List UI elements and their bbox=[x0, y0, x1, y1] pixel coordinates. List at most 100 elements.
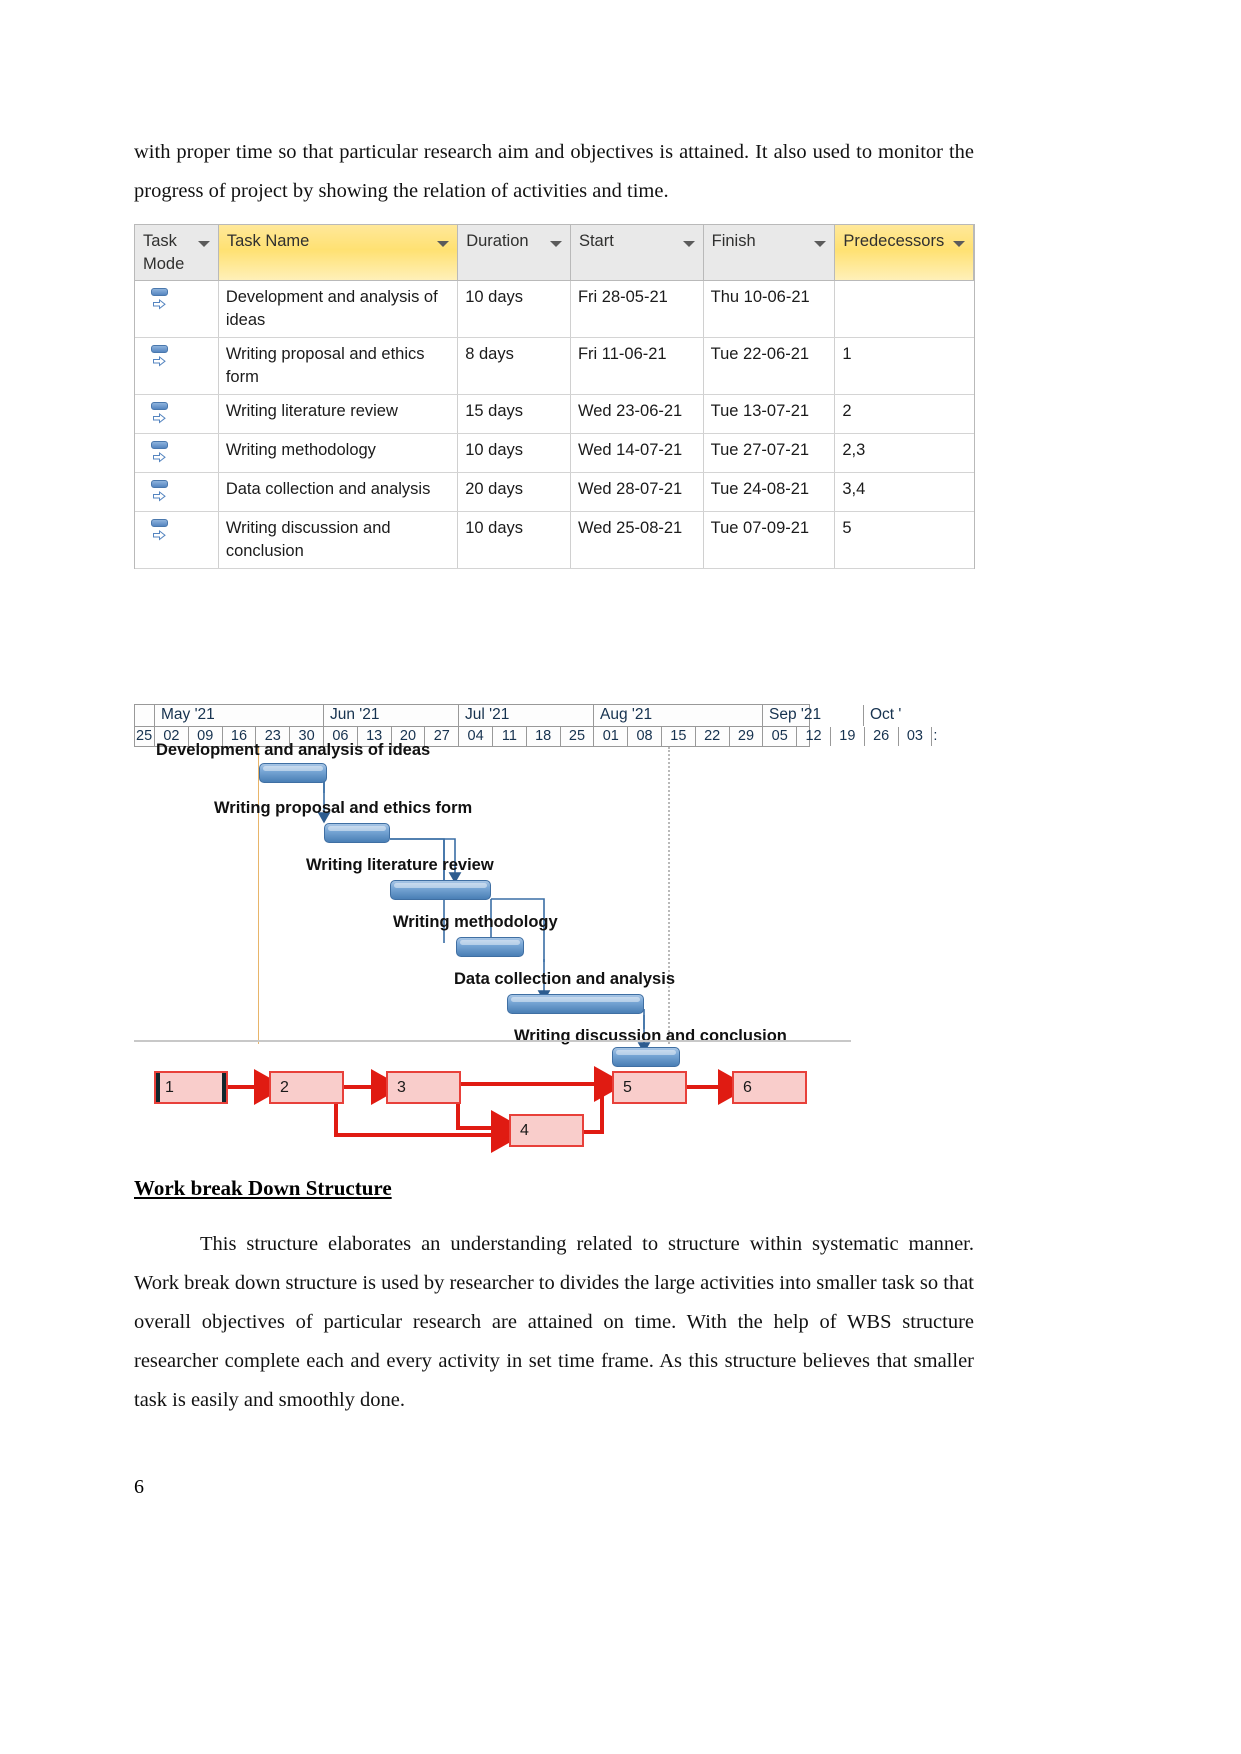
start-label: Start bbox=[578, 232, 614, 250]
chevron-down-icon[interactable] bbox=[682, 241, 695, 247]
gantt-week-tick: 22 bbox=[696, 727, 730, 746]
cell-finish[interactable]: Tue 13-07-21 bbox=[704, 395, 836, 433]
gantt-week-tick: 27 bbox=[425, 727, 460, 746]
cell-task-mode[interactable] bbox=[135, 281, 219, 337]
gantt-week-tick: 19 bbox=[831, 727, 865, 746]
intro-paragraph: with proper time so that particular rese… bbox=[134, 141, 974, 202]
cell-task-mode[interactable] bbox=[135, 338, 219, 394]
task-mode-label-line1: Task bbox=[143, 232, 177, 250]
cell-task-name[interactable]: Writing discussion and conclusion bbox=[219, 512, 459, 568]
chevron-down-icon[interactable] bbox=[952, 241, 965, 247]
gantt-week-tick: : bbox=[933, 728, 938, 744]
table-row[interactable]: Writing discussion and conclusion 10 day… bbox=[135, 512, 974, 569]
cell-finish[interactable]: Thu 10-06-21 bbox=[704, 281, 836, 337]
cell-predecessors[interactable] bbox=[835, 281, 974, 337]
cell-finish[interactable]: Tue 22-06-21 bbox=[704, 338, 836, 394]
cell-start[interactable]: Wed 25-08-21 bbox=[571, 512, 704, 568]
cell-duration[interactable]: 10 days bbox=[458, 434, 571, 472]
gantt-week-tick: 15 bbox=[662, 727, 696, 746]
gantt-bar[interactable] bbox=[456, 937, 524, 957]
table-row[interactable]: Writing proposal and ethics form 8 days … bbox=[135, 338, 974, 395]
cell-duration[interactable]: 20 days bbox=[458, 473, 571, 511]
cell-start[interactable]: Wed 28-07-21 bbox=[571, 473, 704, 511]
network-node-4[interactable]: 4 bbox=[509, 1114, 584, 1147]
gantt-week-tick: 03 bbox=[899, 727, 933, 746]
gantt-week-tick: 08 bbox=[628, 727, 662, 746]
cell-task-mode[interactable] bbox=[135, 473, 219, 511]
cell-finish[interactable]: Tue 24-08-21 bbox=[704, 473, 836, 511]
cell-predecessors[interactable]: 2,3 bbox=[835, 434, 974, 472]
gantt-week-tick: 12 bbox=[797, 727, 831, 746]
cell-predecessors[interactable]: 1 bbox=[835, 338, 974, 394]
cell-predecessors[interactable]: 2 bbox=[835, 395, 974, 433]
gantt-bar[interactable] bbox=[324, 823, 390, 843]
cell-duration[interactable]: 10 days bbox=[458, 281, 571, 337]
gantt-bar[interactable] bbox=[507, 994, 644, 1014]
network-node-6[interactable]: 6 bbox=[732, 1071, 807, 1104]
cell-duration[interactable]: 15 days bbox=[458, 395, 571, 433]
column-header-finish[interactable]: Finish bbox=[704, 225, 836, 280]
gantt-bar[interactable] bbox=[259, 763, 327, 783]
cell-start[interactable]: Wed 14-07-21 bbox=[571, 434, 704, 472]
network-node-5[interactable]: 5 bbox=[612, 1071, 687, 1104]
cell-finish[interactable]: Tue 07-09-21 bbox=[704, 512, 836, 568]
column-header-predecessors[interactable]: Predecessors bbox=[835, 225, 974, 280]
gantt-week-tick: 29 bbox=[730, 727, 764, 746]
cell-task-name[interactable]: Development and analysis of ideas bbox=[219, 281, 459, 337]
cell-task-mode[interactable] bbox=[135, 512, 219, 568]
gantt-week-tick: 25 bbox=[561, 727, 595, 746]
gantt-bar-label: Data collection and analysis bbox=[454, 970, 675, 988]
cell-finish[interactable]: Tue 27-07-21 bbox=[704, 434, 836, 472]
network-node-2[interactable]: 2 bbox=[269, 1071, 344, 1104]
column-header-task-name[interactable]: Task Name bbox=[218, 225, 459, 280]
gantt-month: Jun '21 bbox=[324, 705, 459, 726]
body-paragraph-text: This structure elaborates an understandi… bbox=[134, 1233, 974, 1411]
cell-duration[interactable]: 10 days bbox=[458, 512, 571, 568]
gantt-month: Sep '21 bbox=[763, 705, 864, 726]
gantt-bar-label: Writing methodology bbox=[393, 913, 558, 931]
table-row[interactable]: Writing methodology 10 days Wed 14-07-21… bbox=[135, 434, 974, 473]
chevron-down-icon[interactable] bbox=[549, 241, 562, 247]
cell-start[interactable]: Wed 23-06-21 bbox=[571, 395, 704, 433]
page-number: 6 bbox=[134, 1476, 144, 1498]
gantt-week-tick: 01 bbox=[594, 727, 629, 746]
cell-start[interactable]: Fri 28-05-21 bbox=[571, 281, 704, 337]
chevron-down-icon[interactable] bbox=[197, 241, 210, 247]
auto-schedule-icon bbox=[150, 480, 174, 506]
chevron-down-icon[interactable] bbox=[437, 241, 450, 247]
cell-task-mode[interactable] bbox=[135, 395, 219, 433]
auto-schedule-icon bbox=[150, 402, 174, 428]
table-body: Development and analysis of ideas 10 day… bbox=[135, 281, 974, 569]
gantt-bar-label: Writing literature review bbox=[306, 856, 494, 874]
cell-task-name[interactable]: Writing methodology bbox=[219, 434, 459, 472]
gantt-week-tick: 11 bbox=[493, 727, 527, 746]
cell-task-name[interactable]: Data collection and analysis bbox=[219, 473, 459, 511]
gantt-month: Jul '21 bbox=[459, 705, 594, 726]
column-header-start[interactable]: Start bbox=[571, 225, 704, 280]
gantt-chart: May '21 Jun '21 Jul '21 Aug '21 Sep '21 … bbox=[134, 704, 937, 1067]
table-row[interactable]: Data collection and analysis 20 days Wed… bbox=[135, 473, 974, 512]
cell-task-mode[interactable] bbox=[135, 434, 219, 472]
gantt-bar-label: Writing proposal and ethics form bbox=[214, 799, 473, 817]
column-header-task-mode[interactable]: Task Mode bbox=[135, 225, 219, 280]
gantt-month: May '21 bbox=[155, 705, 324, 726]
network-node-1[interactable]: 1 bbox=[154, 1071, 228, 1104]
cell-predecessors[interactable]: 3,4 bbox=[835, 473, 974, 511]
table-row[interactable]: Writing literature review 15 days Wed 23… bbox=[135, 395, 974, 434]
cell-predecessors[interactable]: 5 bbox=[835, 512, 974, 568]
project-task-table: Task Mode Task Name Duration Start Finis… bbox=[134, 224, 975, 569]
cell-start[interactable]: Fri 11-06-21 bbox=[571, 338, 704, 394]
cell-task-name[interactable]: Writing proposal and ethics form bbox=[219, 338, 459, 394]
network-node-3[interactable]: 3 bbox=[386, 1071, 461, 1104]
cell-duration[interactable]: 8 days bbox=[458, 338, 571, 394]
table-row[interactable]: Development and analysis of ideas 10 day… bbox=[135, 281, 974, 338]
chevron-down-icon[interactable] bbox=[814, 241, 827, 247]
task-name-label: Task Name bbox=[226, 232, 310, 250]
column-header-duration[interactable]: Duration bbox=[458, 225, 571, 280]
duration-label: Duration bbox=[466, 232, 529, 250]
finish-label: Finish bbox=[711, 232, 756, 250]
predecessors-label: Predecessors bbox=[843, 232, 945, 250]
gantt-bar[interactable] bbox=[390, 880, 491, 900]
cell-task-name[interactable]: Writing literature review bbox=[219, 395, 459, 433]
gantt-week-tick: 04 bbox=[459, 727, 493, 746]
